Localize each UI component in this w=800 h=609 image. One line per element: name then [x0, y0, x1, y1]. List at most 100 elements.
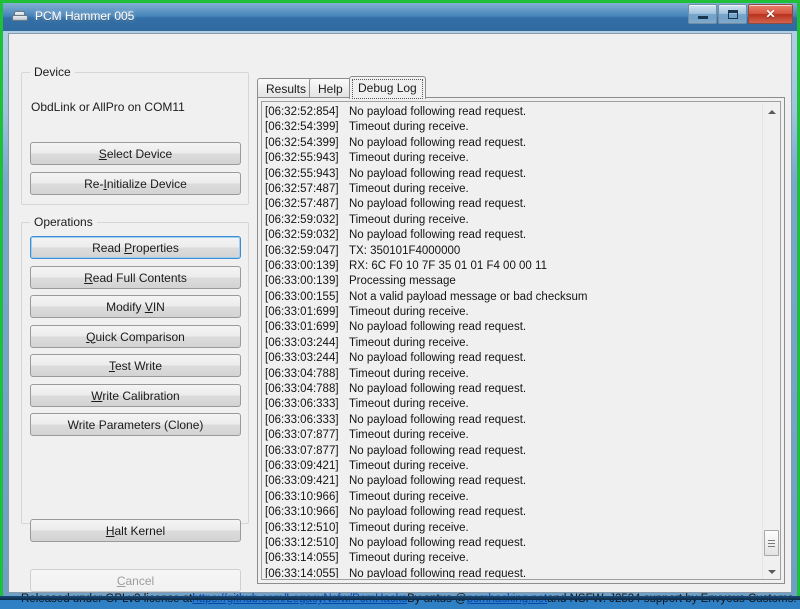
log-message: TX: 350101F4000000: [349, 244, 461, 257]
log-message: Timeout during receive.: [349, 459, 469, 472]
log-timestamp: [06:33:12:510]: [265, 521, 339, 534]
close-icon: ✕: [765, 7, 776, 21]
log-message: No payload following read request.: [349, 413, 527, 426]
modify-vin-button[interactable]: Modify VIN: [30, 295, 241, 318]
log-timestamp: [06:33:07:877]: [265, 429, 339, 442]
write-parameters-clone-button[interactable]: Write Parameters (Clone): [30, 413, 241, 436]
tab-results-label: Results: [266, 81, 307, 96]
title-bar[interactable]: PCM Hammer 005 ✕: [3, 3, 797, 31]
log-timestamp: [06:32:59:032]: [265, 213, 339, 226]
log-line: [06:32:59:032] Timeout during receive.: [265, 213, 759, 228]
log-timestamp: [06:33:12:510]: [265, 536, 339, 549]
log-timestamp: [06:33:06:333]: [265, 413, 339, 426]
debug-log-scrollbar[interactable]: [762, 103, 780, 579]
halt-kernel-button[interactable]: Halt Kernel: [30, 519, 241, 542]
tab-focus-ring: [352, 79, 423, 99]
log-message: Timeout during receive.: [349, 306, 469, 319]
log-line: [06:33:04:788] Timeout during receive.: [265, 367, 759, 382]
log-line: [06:33:00:155] Not a valid payload messag…: [265, 290, 759, 305]
tab-help[interactable]: Help: [309, 78, 352, 98]
application-window: PCM Hammer 005 ✕ Device ObdLink or AllPr…: [0, 0, 800, 605]
desktop-taskbar: [0, 596, 800, 600]
device-group-legend: Device: [30, 65, 75, 79]
log-line: [06:33:06:333] Timeout during receive.: [265, 397, 759, 412]
scrollbar-thumb[interactable]: [764, 530, 779, 556]
log-line: [06:33:14:055] No payload following read …: [265, 567, 759, 578]
log-line: [06:33:06:333] No payload following read …: [265, 413, 759, 428]
maximize-icon: [727, 9, 738, 19]
log-line: [06:32:59:047] TX: 350101F4000000: [265, 244, 759, 259]
log-line: [06:33:10:966] No payload following read …: [265, 505, 759, 520]
log-timestamp: [06:33:09:421]: [265, 459, 339, 472]
log-message: No payload following read request.: [349, 475, 527, 488]
test-write-label: Test Write: [108, 358, 163, 373]
log-line: [06:33:09:421] No payload following read …: [265, 474, 759, 489]
minimize-button[interactable]: [688, 4, 717, 24]
log-timestamp: [06:32:55:943]: [265, 152, 339, 165]
log-timestamp: [06:32:54:399]: [265, 136, 339, 149]
log-message: Timeout during receive.: [349, 182, 469, 195]
log-timestamp: [06:33:01:699]: [265, 306, 339, 319]
write-calibration-button[interactable]: Write Calibration: [30, 384, 241, 407]
log-line: [06:33:03:244] Timeout during receive.: [265, 336, 759, 351]
log-line: [06:33:07:877] No payload following read …: [265, 444, 759, 459]
tab-results[interactable]: Results: [257, 78, 316, 98]
client-area: Device ObdLink or AllPro on COM11 Select…: [8, 33, 797, 605]
write-calibration-label: Write Calibration: [91, 388, 180, 403]
log-message: Timeout during receive.: [349, 121, 469, 134]
debug-log-tab-page: [06:32:52:854] No payload following read …: [257, 97, 785, 584]
tab-debug-log[interactable]: Debug Log: [349, 76, 426, 99]
log-line: [06:33:04:788] No payload following read …: [265, 382, 759, 397]
log-timestamp: [06:32:57:487]: [265, 182, 339, 195]
log-line: [06:33:01:699] No payload following read …: [265, 320, 759, 335]
debug-log-textbox[interactable]: [06:32:52:854] No payload following read …: [261, 101, 781, 580]
log-line: [06:33:00:139] Processing message: [265, 274, 759, 289]
read-full-contents-button[interactable]: Read Full Contents: [30, 266, 241, 289]
log-line: [06:33:14:055] Timeout during receive.: [265, 551, 759, 566]
log-line: [06:33:00:139] RX: 6C F0 10 7F 35 01 01 F…: [265, 259, 759, 274]
log-line: [06:32:54:399] Timeout during receive.: [265, 120, 759, 135]
debug-log-content: [06:32:52:854] No payload following read …: [265, 105, 759, 578]
close-button[interactable]: ✕: [748, 4, 793, 24]
cancel-label: Cancel: [116, 573, 155, 588]
operations-group-legend: Operations: [30, 215, 97, 229]
log-message: Timeout during receive.: [349, 552, 469, 565]
scroll-down-button[interactable]: [763, 563, 780, 579]
log-line: [06:32:57:487] Timeout during receive.: [265, 182, 759, 197]
quick-comparison-button[interactable]: Quick Comparison: [30, 325, 241, 348]
re-initialize-device-button[interactable]: Re-Initialize Device: [30, 172, 241, 195]
test-write-button[interactable]: Test Write: [30, 354, 241, 377]
log-timestamp: [06:32:52:854]: [265, 106, 339, 118]
modify-vin-label: Modify VIN: [106, 299, 165, 314]
log-line: [06:32:55:943] Timeout during receive.: [265, 151, 759, 166]
log-message: No payload following read request.: [349, 167, 527, 180]
log-line: [06:32:55:943] No payload following read …: [265, 167, 759, 182]
re-initialize-device-label: Re-Initialize Device: [84, 176, 187, 191]
log-timestamp: [06:33:03:244]: [265, 336, 339, 349]
scroll-up-button[interactable]: [763, 103, 780, 120]
log-timestamp: [06:33:00:139]: [265, 259, 339, 272]
log-timestamp: [06:32:59:047]: [265, 244, 339, 257]
log-timestamp: [06:33:14:055]: [265, 567, 339, 578]
scrollbar-track[interactable]: [763, 120, 780, 563]
log-line: [06:32:57:487] No payload following read …: [265, 197, 759, 212]
log-message: No payload following read request.: [349, 136, 527, 149]
chevron-up-icon: [767, 109, 776, 114]
read-properties-button[interactable]: Read Properties: [30, 236, 241, 259]
log-message: Processing message: [349, 275, 456, 288]
log-line: [06:32:52:854] No payload following read …: [265, 105, 759, 120]
select-device-button[interactable]: Select Device: [30, 142, 241, 165]
log-message: Timeout during receive.: [349, 490, 469, 503]
log-timestamp: [06:33:04:788]: [265, 383, 339, 396]
log-line: [06:32:59:032] No payload following read …: [265, 228, 759, 243]
log-line: [06:33:07:877] Timeout during receive.: [265, 428, 759, 443]
maximize-button[interactable]: [718, 4, 747, 24]
chevron-down-icon: [767, 569, 776, 574]
minimize-icon: [697, 15, 708, 19]
log-line: [06:33:01:699] Timeout during receive.: [265, 305, 759, 320]
read-full-contents-label: Read Full Contents: [84, 270, 187, 285]
log-line: [06:33:12:510] Timeout during receive.: [265, 521, 759, 536]
window-title: PCM Hammer 005: [35, 9, 135, 23]
log-message: Not a valid payload message or bad check…: [349, 290, 588, 303]
log-timestamp: [06:32:59:032]: [265, 229, 339, 242]
